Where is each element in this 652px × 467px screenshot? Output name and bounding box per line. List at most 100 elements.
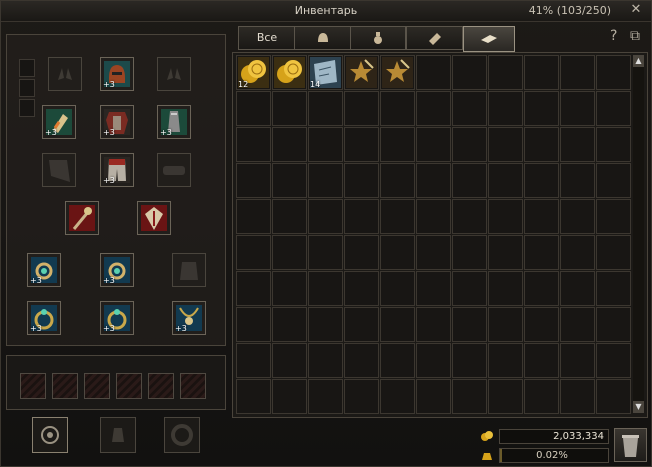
inventory-slot[interactable]: [236, 127, 271, 162]
brooch-jewel-slot[interactable]: [52, 373, 78, 399]
scrollbar[interactable]: ▲ ▼: [633, 55, 644, 413]
inventory-slot[interactable]: [452, 199, 487, 234]
tab-quest-items[interactable]: [463, 26, 515, 52]
necklace-slot[interactable]: +3: [172, 301, 206, 335]
tab-all[interactable]: Все: [238, 26, 296, 50]
inventory-slot[interactable]: [452, 91, 487, 126]
inventory-slot[interactable]: [272, 91, 307, 126]
inventory-slot[interactable]: [272, 271, 307, 306]
star-badge-item[interactable]: [380, 55, 415, 90]
inventory-slot[interactable]: [596, 379, 631, 414]
inventory-slot[interactable]: [488, 199, 523, 234]
inventory-slot[interactable]: [488, 55, 523, 90]
star-badge-item[interactable]: [344, 55, 379, 90]
inventory-slot[interactable]: [560, 271, 595, 306]
gloves-slot[interactable]: +3: [42, 105, 76, 139]
inventory-slot[interactable]: [344, 271, 379, 306]
inventory-slot[interactable]: [596, 127, 631, 162]
gold-coin-item[interactable]: 12: [236, 55, 271, 90]
inventory-slot[interactable]: [524, 91, 559, 126]
brooch-slot[interactable]: [32, 417, 68, 453]
inventory-slot[interactable]: [236, 235, 271, 270]
inventory-slot[interactable]: [560, 91, 595, 126]
inventory-slot[interactable]: [380, 199, 415, 234]
inventory-slot[interactable]: [272, 127, 307, 162]
helmet-slot[interactable]: +3: [100, 57, 134, 91]
inventory-slot[interactable]: [236, 91, 271, 126]
earring-slot-left[interactable]: +3: [27, 253, 61, 287]
chest-armor-slot[interactable]: +3: [100, 105, 134, 139]
inventory-slot[interactable]: [416, 379, 451, 414]
inventory-slot[interactable]: [416, 199, 451, 234]
inventory-slot[interactable]: [452, 127, 487, 162]
inventory-slot[interactable]: [416, 343, 451, 378]
title-bar[interactable]: Инвентарь 41% (103/250) ✕: [1, 1, 651, 22]
talisman-slot[interactable]: [19, 99, 35, 117]
inventory-slot[interactable]: [344, 163, 379, 198]
inventory-slot[interactable]: [344, 199, 379, 234]
scroll-up-icon[interactable]: ▲: [633, 55, 644, 67]
brooch-jewel-slot[interactable]: [116, 373, 142, 399]
inventory-slot[interactable]: [488, 343, 523, 378]
inventory-slot[interactable]: [560, 163, 595, 198]
inventory-slot[interactable]: [236, 163, 271, 198]
bracelet-slot[interactable]: [164, 417, 200, 453]
inventory-slot[interactable]: [452, 379, 487, 414]
inventory-slot[interactable]: [272, 307, 307, 342]
inventory-slot[interactable]: [416, 307, 451, 342]
weapon-slot[interactable]: [65, 201, 99, 235]
inventory-slot[interactable]: [272, 235, 307, 270]
inventory-slot[interactable]: [560, 199, 595, 234]
inventory-slot[interactable]: [524, 235, 559, 270]
inventory-slot[interactable]: [560, 379, 595, 414]
inventory-slot[interactable]: [488, 235, 523, 270]
inventory-slot[interactable]: [524, 55, 559, 90]
inventory-slot[interactable]: [452, 235, 487, 270]
inventory-slot[interactable]: [272, 163, 307, 198]
inventory-slot[interactable]: [308, 271, 343, 306]
boots-slot[interactable]: +3: [157, 105, 191, 139]
inventory-slot[interactable]: [344, 307, 379, 342]
inventory-slot[interactable]: [308, 163, 343, 198]
inventory-slot[interactable]: [380, 91, 415, 126]
inventory-slot[interactable]: [308, 343, 343, 378]
inventory-slot[interactable]: [560, 127, 595, 162]
inventory-slot[interactable]: [596, 91, 631, 126]
underwear-slot[interactable]: [172, 253, 206, 287]
close-icon[interactable]: ✕: [629, 3, 643, 17]
inventory-slot[interactable]: [524, 163, 559, 198]
inventory-slot[interactable]: [236, 199, 271, 234]
inventory-slot[interactable]: [272, 379, 307, 414]
inventory-slot[interactable]: [236, 307, 271, 342]
inventory-slot[interactable]: [416, 163, 451, 198]
inventory-slot[interactable]: [380, 271, 415, 306]
inventory-slot[interactable]: [308, 199, 343, 234]
trash-button[interactable]: [614, 428, 647, 462]
inventory-slot[interactable]: [416, 271, 451, 306]
inventory-slot[interactable]: [596, 163, 631, 198]
tab-consumables[interactable]: [350, 26, 406, 50]
inventory-slot[interactable]: [560, 343, 595, 378]
gold-coin-item[interactable]: [272, 55, 307, 90]
hair-accessory-slot-2[interactable]: [157, 57, 191, 91]
inventory-slot[interactable]: [524, 307, 559, 342]
inventory-slot[interactable]: [452, 55, 487, 90]
scroll-map-item[interactable]: 14: [308, 55, 343, 90]
brooch-jewel-slot[interactable]: [180, 373, 206, 399]
inventory-slot[interactable]: [524, 271, 559, 306]
inventory-slot[interactable]: [236, 379, 271, 414]
inventory-slot[interactable]: [344, 235, 379, 270]
inventory-slot[interactable]: [560, 307, 595, 342]
brooch-jewel-slot[interactable]: [20, 373, 46, 399]
scroll-down-icon[interactable]: ▼: [633, 401, 644, 413]
shield-slot[interactable]: [137, 201, 171, 235]
inventory-slot[interactable]: [380, 307, 415, 342]
inventory-slot[interactable]: [452, 343, 487, 378]
belt-slot[interactable]: [157, 153, 191, 187]
inventory-slot[interactable]: [416, 127, 451, 162]
inventory-slot[interactable]: [488, 307, 523, 342]
inventory-slot[interactable]: [344, 91, 379, 126]
inventory-slot[interactable]: [596, 55, 631, 90]
inventory-slot[interactable]: [308, 307, 343, 342]
inventory-slot[interactable]: [452, 271, 487, 306]
